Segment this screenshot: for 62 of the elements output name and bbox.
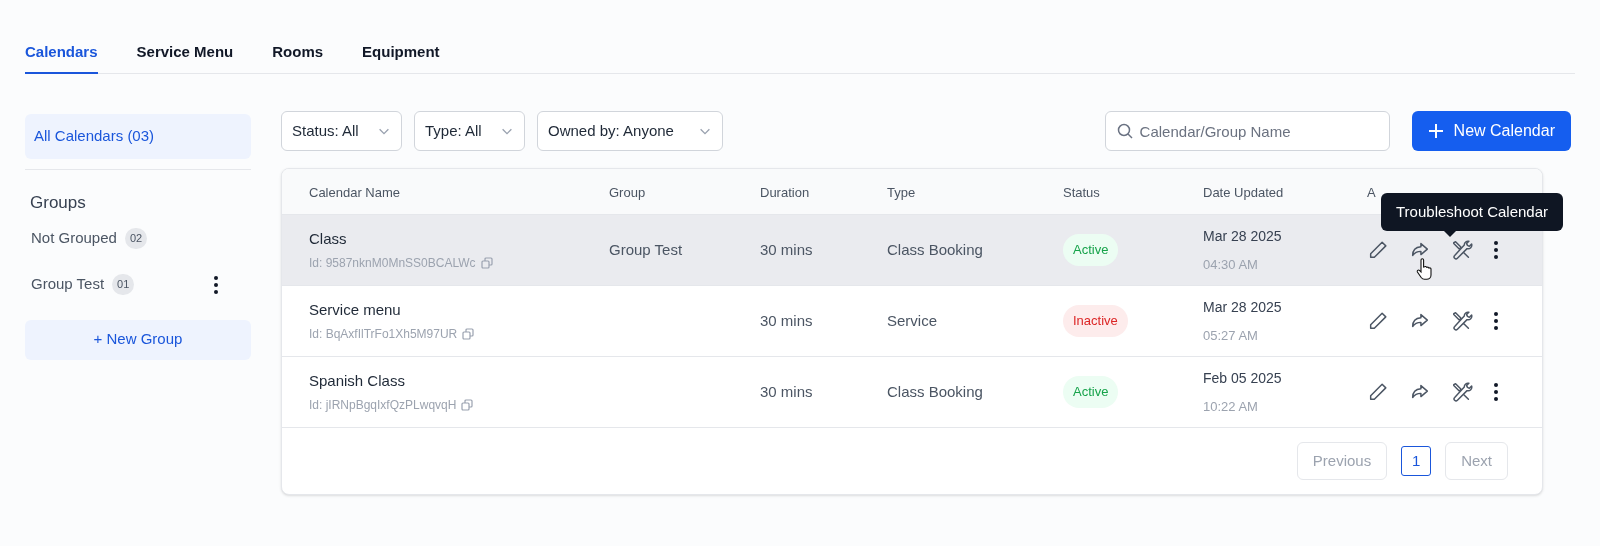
tooltip: Troubleshoot Calendar bbox=[1381, 193, 1564, 231]
calendar-id: Id: 9587nknM0MnSS0BCALWc bbox=[309, 254, 476, 272]
new-group-button[interactable]: + New Group bbox=[25, 319, 251, 360]
wrench-screwdriver-icon[interactable] bbox=[1451, 310, 1473, 332]
page-button[interactable]: 1 bbox=[1401, 446, 1432, 476]
count-badge: 01 bbox=[112, 274, 135, 295]
date-text: Feb 05 2025 bbox=[1203, 368, 1283, 388]
tab[interactable]: Equipment bbox=[362, 38, 440, 74]
calendar-name[interactable]: Spanish Class bbox=[309, 370, 609, 393]
table-cell: Service bbox=[887, 312, 938, 329]
table-cell: Group Test bbox=[609, 241, 683, 258]
count-badge: 02 bbox=[124, 228, 148, 249]
column-header: Group bbox=[609, 184, 646, 200]
column-header: Status bbox=[1063, 184, 1100, 200]
search-field[interactable]: Calendar/Group Name bbox=[1104, 111, 1390, 151]
pencil-icon[interactable] bbox=[1367, 310, 1389, 332]
pencil-icon[interactable] bbox=[1367, 381, 1389, 403]
table-cell: Class Booking bbox=[887, 241, 983, 258]
new-calendar-button[interactable]: New Calendar bbox=[1411, 111, 1571, 151]
more-options-icon[interactable] bbox=[1493, 382, 1499, 402]
time-text: 04:30 AM bbox=[1203, 255, 1259, 274]
status-badge: Inactive bbox=[1063, 305, 1128, 337]
time-text: 05:27 AM bbox=[1203, 326, 1259, 345]
column-header: Duration bbox=[760, 184, 810, 200]
more-options-icon[interactable] bbox=[1493, 311, 1499, 331]
more-options-icon[interactable] bbox=[213, 274, 219, 295]
wrench-screwdriver-icon[interactable] bbox=[1451, 381, 1473, 403]
filter-dropdown[interactable]: Status: All bbox=[281, 111, 402, 151]
pointer-cursor-icon bbox=[1416, 258, 1432, 280]
time-text: 10:22 AM bbox=[1203, 397, 1259, 416]
calendar-name[interactable]: Service menu bbox=[309, 299, 609, 322]
filter-dropdown[interactable]: Owned by: Anyone bbox=[537, 111, 723, 151]
calendar-name[interactable]: Class bbox=[309, 228, 609, 251]
status-badge: Active bbox=[1063, 376, 1119, 408]
table-cell: 30 mins bbox=[760, 241, 813, 258]
table-cell: Class Booking bbox=[887, 383, 983, 400]
date-text: Mar 28 2025 bbox=[1203, 226, 1283, 246]
plus-icon bbox=[1427, 123, 1444, 139]
status-badge: Active bbox=[1063, 234, 1119, 266]
group-item[interactable]: Not Grouped bbox=[31, 227, 117, 250]
column-header: Date Updated bbox=[1203, 184, 1284, 200]
column-header: Type bbox=[887, 184, 916, 200]
tab[interactable]: Service Menu bbox=[136, 38, 234, 74]
calendar-id: Id: jIRNpBgqIxfQzPLwqvqH bbox=[309, 396, 457, 414]
table-cell: 30 mins bbox=[760, 383, 813, 400]
group-item[interactable]: Group Test bbox=[31, 273, 105, 296]
date-text: Mar 28 2025 bbox=[1203, 297, 1283, 317]
table-row[interactable]: Spanish Class Id: jIRNpBgqIxfQzPLwqvqH 30 mins Class Booking Active Feb 05 2025 10:22 AM bbox=[282, 357, 1542, 428]
more-options-icon[interactable] bbox=[1493, 240, 1499, 260]
pencil-icon[interactable] bbox=[1367, 239, 1389, 261]
column-header: Calendar Name bbox=[309, 184, 401, 200]
table-cell: 30 mins bbox=[760, 312, 813, 329]
column-header: A bbox=[1367, 184, 1376, 200]
tab[interactable]: Rooms bbox=[272, 38, 324, 74]
calendar-id: Id: BqAxfIlTrFo1Xh5M97UR bbox=[309, 325, 458, 343]
tooltip-pointer bbox=[1444, 231, 1456, 237]
filter-dropdown[interactable]: Type: All bbox=[414, 111, 525, 151]
tab[interactable]: Calendars bbox=[25, 38, 98, 74]
wrench-screwdriver-icon[interactable] bbox=[1451, 239, 1473, 261]
sidebar-item[interactable]: All Calendars (03) bbox=[25, 114, 251, 159]
section-heading: Groups bbox=[30, 192, 87, 214]
table-row[interactable]: Service menu Id: BqAxfIlTrFo1Xh5M97UR 30 mins Service Inactive Mar 28 2025 05:27 AM bbox=[282, 286, 1542, 357]
